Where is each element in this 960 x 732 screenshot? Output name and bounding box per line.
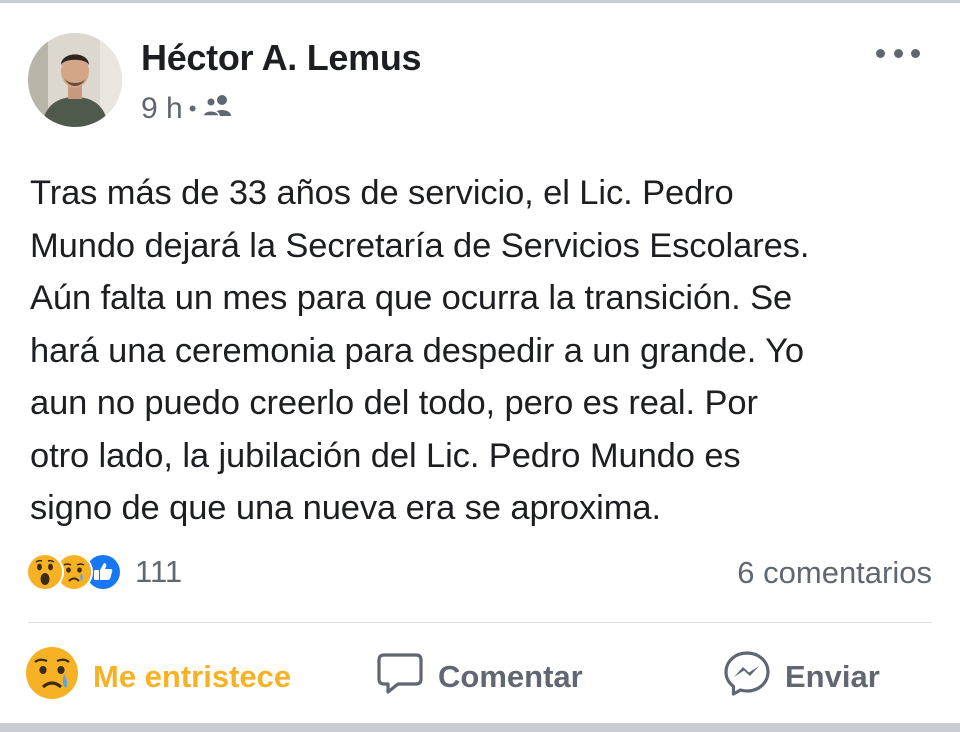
- reaction-count: 111: [135, 554, 183, 589]
- send-label: Enviar: [785, 659, 880, 694]
- comment-button[interactable]: Comentar: [376, 641, 583, 713]
- post-text-line: Aún falta un mes para que ocurra la tran…: [30, 279, 793, 317]
- friends-icon: [202, 92, 232, 126]
- post-text-line: hará una ceremonia para despedir a un gr…: [30, 331, 804, 370]
- reaction-button[interactable]: Me entristece: [25, 641, 291, 713]
- more-options-icon[interactable]: [876, 43, 920, 63]
- post-card: Héctor A. Lemus 9 h • Tras más de 33 año…: [0, 3, 960, 723]
- wow-icon: [26, 553, 64, 591]
- post-text-line: otro lado, la jubilación del Lic. Pedro …: [30, 436, 741, 475]
- post-meta: 9 h •: [141, 92, 232, 126]
- post-text-line: signo de que una nueva era se aproxima.: [30, 489, 661, 527]
- post-body: Tras más de 33 años de servicio, el Lic.…: [30, 167, 935, 535]
- meta-separator: •: [188, 96, 197, 121]
- post-text-line: Mundo dejará la Secretaría de Servicios …: [30, 226, 810, 265]
- author-avatar[interactable]: [28, 33, 122, 127]
- post-text-line: Tras más de 33 años de servicio, el Lic.…: [30, 174, 734, 212]
- comment-icon: [376, 649, 424, 705]
- sad-reaction-icon: [25, 646, 79, 708]
- post-time[interactable]: 9 h: [141, 92, 183, 126]
- actions-divider: [28, 622, 932, 623]
- reaction-label: Me entristece: [93, 659, 292, 694]
- post-text-line: aun no puedo creerlo del todo, pero es r…: [30, 384, 758, 422]
- send-button[interactable]: Enviar: [723, 641, 880, 713]
- comment-label: Comentar: [438, 659, 583, 694]
- post-actions-bar: Me entristece Comentar Enviar: [0, 641, 960, 713]
- reactions-summary[interactable]: 111: [26, 553, 182, 591]
- messenger-icon: [723, 649, 771, 705]
- comments-count-link[interactable]: 6 comentarios: [737, 555, 932, 591]
- avatar-photo: [28, 33, 122, 127]
- author-name[interactable]: Héctor A. Lemus: [141, 37, 422, 79]
